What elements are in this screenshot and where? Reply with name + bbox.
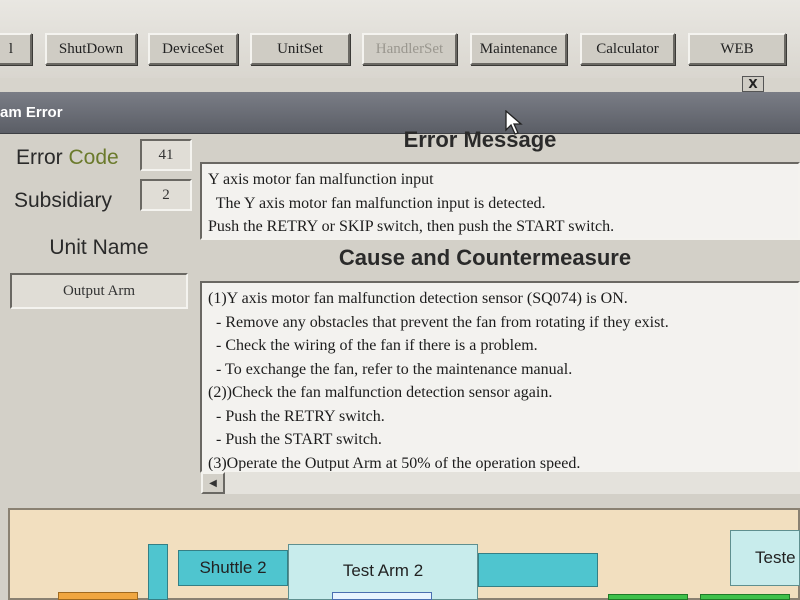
diagram-cyan-rail xyxy=(478,553,598,587)
tester-block[interactable]: Teste xyxy=(730,530,800,586)
web-button[interactable]: WEB xyxy=(688,33,786,65)
close-icon[interactable]: X xyxy=(742,76,764,92)
cause-countermeasure-text: (1)Y axis motor fan malfunction detectio… xyxy=(200,281,800,473)
calculator-button[interactable]: Calculator xyxy=(580,33,675,65)
diagram-cyan-post xyxy=(148,544,168,600)
maintenance-button[interactable]: Maintenance xyxy=(470,33,567,65)
top-toolbar: l ShutDown DeviceSet UnitSet HandlerSet … xyxy=(0,0,800,78)
subsidiary-label: Subsidiary xyxy=(14,189,113,212)
mouse-pointer-icon xyxy=(505,110,523,135)
error-code-label: Error Code xyxy=(16,146,119,170)
shutdown-button[interactable]: ShutDown xyxy=(45,33,137,65)
error-message-text: Y axis motor fan malfunction input The Y… xyxy=(200,162,800,240)
diagram-green-block-1 xyxy=(608,594,688,600)
diagram-orange-block xyxy=(58,592,138,600)
diagram-green-block-2 xyxy=(700,594,790,600)
cause-heading: Cause and Countermeasure xyxy=(338,245,632,270)
horizontal-scrollbar[interactable] xyxy=(225,472,800,494)
toolbar-button-partial[interactable]: l xyxy=(0,33,32,65)
unit-name-label: Unit Name xyxy=(49,236,149,259)
error-code-label-code: Code xyxy=(68,146,119,169)
unit-name-value: Output Arm xyxy=(10,273,188,309)
subsidiary-value: 2 xyxy=(140,179,192,211)
handlerset-button[interactable]: HandlerSet xyxy=(362,33,457,65)
window-title: am Error xyxy=(0,104,63,121)
deviceset-button[interactable]: DeviceSet xyxy=(148,33,238,65)
test-arm-slot xyxy=(332,592,432,600)
shuttle-2-block[interactable]: Shuttle 2 xyxy=(178,550,288,586)
error-code-label-word: Error xyxy=(16,146,63,169)
error-code-value: 41 xyxy=(140,139,192,171)
error-message-heading: Error Message xyxy=(403,127,557,152)
unitset-button[interactable]: UnitSet xyxy=(250,33,350,65)
scroll-left-icon[interactable]: ◀ xyxy=(201,472,225,494)
